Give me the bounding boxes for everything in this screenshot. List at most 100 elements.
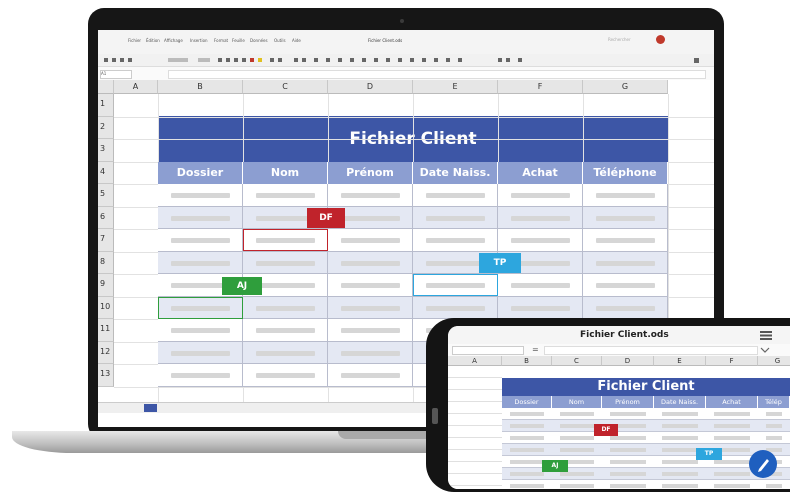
table-row[interactable]: [158, 184, 668, 207]
toolbar-icons[interactable]: [98, 54, 714, 66]
row-header-9[interactable]: 9: [98, 274, 114, 297]
row-header-4[interactable]: 4: [98, 161, 114, 184]
cell-placeholder: [256, 373, 315, 378]
gridline: [412, 319, 413, 341]
phone-table-row[interactable]: [502, 408, 790, 420]
phone-table-row[interactable]: [502, 432, 790, 444]
phone-column-header-f[interactable]: F: [706, 356, 758, 366]
cell-placeholder: [596, 238, 655, 243]
phone-cell-placeholder: [610, 412, 646, 416]
row-header-8[interactable]: 8: [98, 251, 114, 274]
phone-formula-equals: =: [532, 345, 539, 354]
gridline: [114, 139, 714, 140]
phone-cell-placeholder: [662, 484, 698, 488]
gridline: [242, 251, 243, 274]
cell-placeholder: [256, 328, 315, 333]
column-header-b[interactable]: B: [158, 80, 243, 94]
row-header-13[interactable]: 13: [98, 364, 114, 387]
cell-placeholder: [511, 283, 570, 288]
column-header-d[interactable]: D: [328, 80, 413, 94]
cell-placeholder: [341, 305, 400, 311]
row-header-7[interactable]: 7: [98, 229, 114, 252]
gridline: [497, 206, 498, 229]
user-avatar[interactable]: [656, 35, 665, 44]
row-header-10[interactable]: 10: [98, 296, 114, 319]
chevron-down-icon[interactable]: [760, 346, 770, 354]
phone-column-header-b[interactable]: B: [502, 356, 552, 366]
menu-edition[interactable]: Édition: [146, 38, 160, 43]
gridline: [667, 274, 668, 296]
formula-input[interactable]: [168, 70, 706, 79]
column-header-c[interactable]: C: [243, 80, 328, 94]
gridline: [327, 251, 328, 274]
phone-cell-placeholder: [662, 424, 698, 428]
phone-cell-placeholder: [560, 484, 594, 488]
search-input[interactable]: Rechercher: [608, 37, 631, 42]
menu-donnees[interactable]: Données: [250, 38, 268, 43]
cell-placeholder: [171, 260, 230, 266]
toolbar: [98, 54, 714, 66]
phone-column-title-0: Dossier: [502, 396, 552, 408]
phone-row: [448, 474, 502, 486]
edit-fab-button[interactable]: [749, 450, 777, 478]
menu-fichier[interactable]: Fichier: [128, 38, 141, 43]
gridline: [582, 296, 583, 319]
table-row[interactable]: [158, 251, 668, 274]
phone-cell-placeholder: [714, 460, 750, 464]
name-box[interactable]: A1: [100, 70, 132, 79]
cell-placeholder: [596, 283, 655, 288]
menu-outils[interactable]: Outils: [274, 38, 286, 43]
phone-column-title-2: Prénom: [602, 396, 654, 408]
phone-formula-input[interactable]: [544, 346, 758, 355]
phone-spreadsheet-grid[interactable]: Fichier Client A B C D E F G Dossier Nom Prénom Da…: [448, 356, 790, 489]
column-header-a[interactable]: A: [114, 80, 158, 94]
phone-column-header-a[interactable]: A: [448, 356, 502, 366]
menu-insertion[interactable]: Insertion: [190, 38, 208, 43]
menu-feuille[interactable]: Feuille: [232, 38, 245, 43]
row-header-6[interactable]: 6: [98, 206, 114, 229]
column-header-f[interactable]: F: [498, 80, 583, 94]
cell-placeholder: [511, 215, 570, 221]
select-all-corner[interactable]: [98, 80, 114, 94]
phone-row: [448, 366, 502, 378]
table-row[interactable]: [158, 229, 668, 252]
menu-format[interactable]: Format: [214, 38, 228, 43]
phone-column-header-c[interactable]: C: [552, 356, 602, 366]
cell-placeholder: [171, 328, 230, 333]
phone-row: [448, 426, 502, 438]
column-header-g[interactable]: G: [583, 80, 668, 94]
hamburger-menu-icon[interactable]: [760, 331, 772, 340]
menu-aide[interactable]: Aide: [292, 38, 301, 43]
row-header-1[interactable]: 1: [98, 94, 114, 117]
row-header-11[interactable]: 11: [98, 319, 114, 342]
phone-table-row[interactable]: [502, 420, 790, 432]
phone-column-header-d[interactable]: D: [602, 356, 654, 366]
phone-column-header-g[interactable]: G: [758, 356, 790, 366]
phone-table-row[interactable]: [502, 480, 790, 489]
gridline: [667, 296, 668, 319]
row-header-3[interactable]: 3: [98, 139, 114, 162]
phone-name-box[interactable]: [452, 346, 524, 355]
phone-column-title-5: Télép: [758, 396, 790, 408]
table-row[interactable]: [158, 206, 668, 229]
sheet-tab-active[interactable]: [144, 404, 157, 412]
gridline: [327, 274, 328, 296]
row-header-5[interactable]: 5: [98, 184, 114, 207]
cell-placeholder: [511, 193, 570, 198]
phone-header: Fichier Client.ods: [448, 326, 790, 345]
row-header-12[interactable]: 12: [98, 341, 114, 364]
cell-placeholder: [596, 260, 655, 266]
phone-column-header-e[interactable]: E: [654, 356, 706, 366]
column-header-e[interactable]: E: [413, 80, 498, 94]
selection-aj: [158, 296, 243, 319]
gridline: [242, 341, 243, 364]
cell-placeholder: [341, 350, 400, 356]
cell-placeholder: [171, 373, 230, 378]
menu-affichage[interactable]: Affichage: [164, 38, 183, 43]
phone-cell-placeholder: [714, 484, 750, 488]
phone-cell-placeholder: [610, 472, 646, 476]
row-header-2[interactable]: 2: [98, 116, 114, 139]
cell-placeholder: [256, 283, 315, 288]
phone-cell-placeholder: [510, 460, 544, 464]
phone-table-row[interactable]: [502, 444, 790, 456]
